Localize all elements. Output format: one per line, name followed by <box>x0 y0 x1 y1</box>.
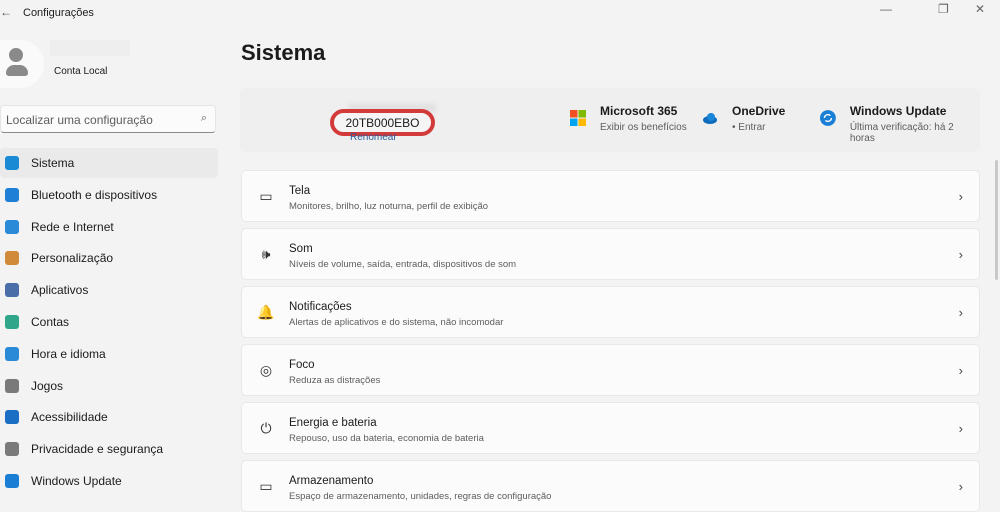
service-sub: Última verificação: há 2 horas <box>849 122 954 144</box>
sidebar-item-contas[interactable]: Contas <box>0 307 218 337</box>
sidebar-item-label: Acessibilidade <box>31 410 108 425</box>
card-title: Energia e bateria <box>289 417 377 429</box>
sidebar-item-personaliza-o[interactable]: Personalização <box>0 243 218 273</box>
account-type: Conta Local <box>54 66 108 77</box>
card-title: Som <box>289 243 313 255</box>
card-icon: ▭ <box>259 478 273 494</box>
chevron-right-icon: › <box>958 479 963 494</box>
sidebar-item-label: Contas <box>31 314 70 329</box>
restore-icon[interactable]: ❐ <box>938 2 949 16</box>
settings-card-foco[interactable]: ◎ Foco Reduza as distrações › <box>241 344 980 396</box>
settings-card-notifica-es[interactable]: 🔔 Notificações Alertas de aplicativos e do… <box>241 286 980 338</box>
title-bar: ← Configurações — ❐ ✕ <box>0 0 1000 26</box>
card-title: Foco <box>289 359 315 371</box>
sidebar-item-label: Privacidade e segurança <box>31 442 164 457</box>
sidebar-item-label: Bluetooth e dispositivos <box>31 187 158 202</box>
sidebar-item-windows-update[interactable]: Windows Update <box>0 466 218 496</box>
nav-icon <box>5 473 19 488</box>
sidebar-item-bluetooth-e-dispositivos[interactable]: Bluetooth e dispositivos <box>0 180 218 210</box>
chevron-right-icon: › <box>958 189 963 204</box>
service-name: Microsoft 365 <box>600 104 678 118</box>
windows-update-link[interactable]: Windows Update Última verificação: há 2 h… <box>820 104 980 144</box>
sidebar-item-jogos[interactable]: Jogos <box>0 371 218 401</box>
nav-icon <box>5 156 19 170</box>
card-description: Monitores, brilho, luz noturna, perfil d… <box>289 201 489 212</box>
account-name-blurred <box>50 40 130 56</box>
card-icon: ⏻ <box>260 420 272 436</box>
card-title: Tela <box>289 185 311 197</box>
sidebar-item-label: Jogos <box>31 378 64 393</box>
chevron-right-icon: › <box>958 247 963 262</box>
sidebar-item-privacidade-e-seguran-a[interactable]: Privacidade e segurança <box>0 434 218 464</box>
nav-icon <box>5 251 19 266</box>
search-placeholder: Localizar uma configuração <box>6 113 153 127</box>
service-name: Windows Update <box>849 104 947 118</box>
settings-card-energia-e-bateria[interactable]: ⏻ Energia e bateria Repouso, uso da bateri… <box>241 402 980 454</box>
scrollbar[interactable] <box>995 160 998 280</box>
card-icon: 🕪 <box>261 246 271 262</box>
nav-icon <box>5 314 19 329</box>
nav-icon <box>5 410 19 425</box>
sidebar-item-label: Rede e Internet <box>31 219 114 234</box>
settings-card-tela[interactable]: ▭ Tela Monitores, brilho, luz noturna, per… <box>241 170 980 222</box>
avatar <box>0 40 44 88</box>
close-icon[interactable]: ✕ <box>975 2 985 16</box>
card-description: Repouso, uso da bateria, economia de bat… <box>289 433 484 444</box>
service-sub: Exibir os benefícios <box>600 122 687 133</box>
card-description: Espaço de armazenamento, unidades, regra… <box>289 491 552 502</box>
card-icon: ◎ <box>259 362 273 378</box>
microsoft-365-icon <box>570 110 586 126</box>
nav-icon <box>5 187 19 202</box>
window-title: Configurações <box>23 7 94 19</box>
sidebar-nav: Sistema Bluetooth e dispositivos Rede e In… <box>0 148 218 498</box>
card-title: Armazenamento <box>289 475 374 487</box>
sidebar-item-label: Windows Update <box>31 473 122 488</box>
sidebar-item-label: Aplicativos <box>31 283 89 298</box>
chevron-right-icon: › <box>958 421 963 436</box>
sidebar-item-hora-e-idioma[interactable]: Hora e idioma <box>0 339 218 369</box>
settings-card-armazenamento[interactable]: ▭ Armazenamento Espaço de armazenamento, u… <box>241 460 980 512</box>
sidebar-item-acessibilidade[interactable]: Acessibilidade <box>0 402 218 432</box>
service-name: OneDrive <box>732 104 786 118</box>
system-banner: 20TB000EBO Renomear Microsoft 365 Exibir … <box>240 88 980 152</box>
card-description: Níveis de volume, saída, entrada, dispos… <box>289 259 517 270</box>
sidebar-item-sistema[interactable]: Sistema <box>0 148 218 178</box>
settings-card-som[interactable]: 🕪 Som Níveis de volume, saída, entrada, di… <box>241 228 980 280</box>
card-description: Alertas de aplicativos e do sistema, não… <box>289 317 504 328</box>
microsoft-365-link[interactable]: Microsoft 365 Exibir os benefícios <box>570 104 687 133</box>
card-description: Reduza as distrações <box>289 375 381 386</box>
sidebar-item-label: Hora e idioma <box>31 346 106 361</box>
search-input[interactable]: Localizar uma configuração ⌕ <box>0 105 216 133</box>
windows-update-icon <box>820 110 836 126</box>
onedrive-link[interactable]: OneDrive • Entrar <box>702 104 785 133</box>
nav-icon <box>5 346 19 361</box>
chevron-right-icon: › <box>958 363 963 378</box>
nav-icon <box>5 442 19 457</box>
minimize-icon[interactable]: — <box>880 2 892 16</box>
card-icon: 🔔 <box>257 304 275 320</box>
sidebar-item-rede-e-internet[interactable]: Rede e Internet <box>0 212 218 242</box>
rename-link[interactable]: Renomear <box>350 132 397 143</box>
back-arrow-icon[interactable]: ← <box>0 5 12 19</box>
card-title: Notificações <box>289 301 352 313</box>
card-icon: ▭ <box>259 188 273 204</box>
search-icon: ⌕ <box>200 112 207 124</box>
nav-icon <box>5 378 19 393</box>
page-title: Sistema <box>241 40 326 65</box>
nav-icon <box>5 283 19 298</box>
service-sub: • Entrar <box>732 122 766 133</box>
onedrive-icon <box>703 113 717 124</box>
nav-icon <box>5 219 19 234</box>
sidebar-item-label: Sistema <box>31 156 75 170</box>
chevron-right-icon: › <box>958 305 963 320</box>
sidebar-item-label: Personalização <box>31 251 114 266</box>
sidebar-item-aplicativos[interactable]: Aplicativos <box>0 275 218 305</box>
